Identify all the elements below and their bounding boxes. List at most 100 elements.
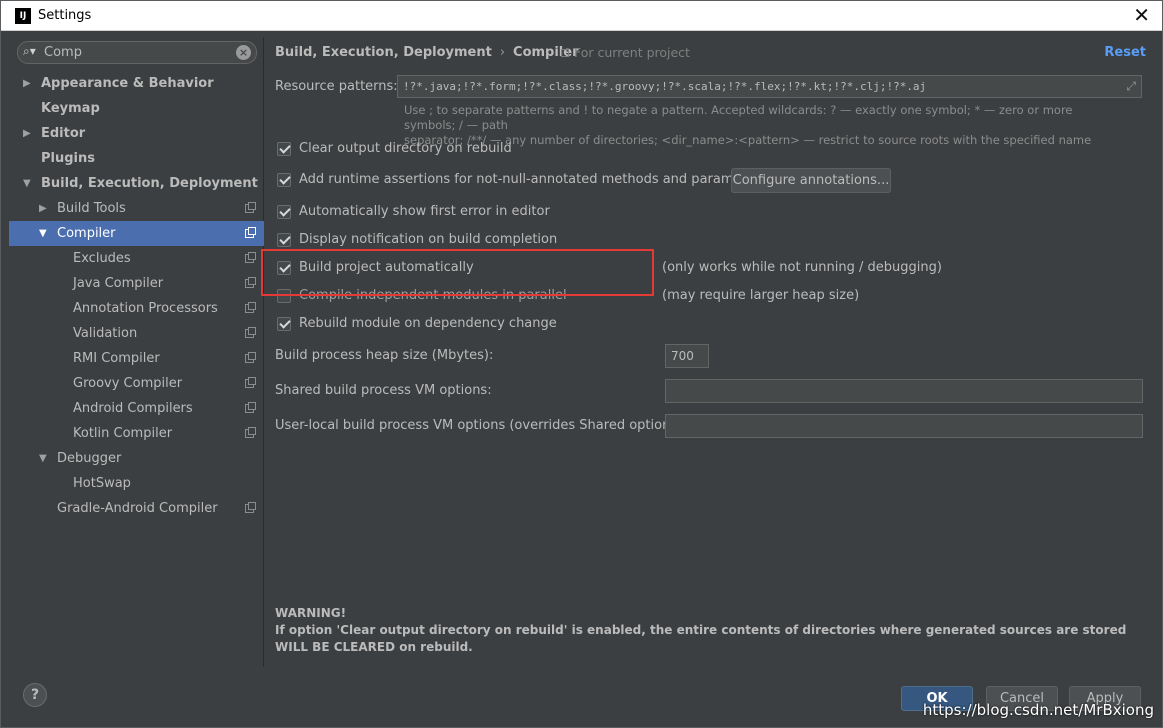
dialog-footer: ? OK Cancel Apply https://blog.csdn.net/…	[1, 671, 1162, 728]
checkbox-box[interactable]	[277, 204, 291, 219]
checkbox-box[interactable]	[277, 141, 291, 156]
project-scope-icon	[245, 252, 256, 263]
tree-item-label: Kotlin Compiler	[73, 426, 173, 441]
project-scope-icon	[245, 227, 256, 238]
tree-item-label: Annotation Processors	[73, 301, 218, 316]
window-title: Settings	[38, 8, 92, 23]
tree-item-label: Java Compiler	[73, 276, 164, 291]
checkbox-label: Build project automatically	[299, 260, 474, 275]
tree-item-label: Validation	[73, 326, 138, 341]
project-scope-icon	[245, 352, 256, 363]
project-scope-icon	[245, 502, 256, 513]
runtime-assertions-checkbox[interactable]: Add runtime assertions for not-null-anno…	[277, 172, 767, 187]
checkbox-label: Add runtime assertions for not-null-anno…	[299, 172, 767, 187]
search-input[interactable]	[44, 44, 224, 61]
checkbox-box[interactable]	[277, 260, 291, 275]
tree-item-label: Gradle-Android Compiler	[57, 501, 218, 516]
tree-item[interactable]: Excludes	[9, 246, 264, 271]
shared-vm-input[interactable]	[666, 380, 1142, 402]
project-scope-icon	[245, 402, 256, 413]
tree-item[interactable]: Java Compiler	[9, 271, 264, 296]
configure-annotations-button[interactable]: Configure annotations...	[731, 168, 891, 193]
help-icon[interactable]: ?	[23, 683, 47, 707]
tree-item-label: Excludes	[73, 251, 131, 266]
clear-search-icon[interactable]: ×	[236, 45, 251, 60]
tree-item[interactable]: ▶ Editor	[9, 121, 264, 146]
warning-text: If option 'Clear output directory on reb…	[275, 623, 1127, 654]
shared-vm-label: Shared build process VM options:	[275, 383, 492, 398]
settings-tree: ▶ Appearance & Behavior Keymap ▶ Editor Plugi…	[9, 71, 264, 521]
tree-item-label: Editor	[41, 126, 86, 141]
project-scope-icon	[245, 427, 256, 438]
close-icon[interactable]: ✕	[1133, 4, 1150, 26]
checkbox-label: Automatically show first error in editor	[299, 204, 550, 219]
tree-item[interactable]: Kotlin Compiler	[9, 421, 264, 446]
build-automatically-checkbox[interactable]: Build project automatically	[277, 260, 474, 275]
expanded-arrow-icon[interactable]: ▼	[23, 171, 31, 196]
tree-item-label: RMI Compiler	[73, 351, 160, 366]
display-notification-checkbox[interactable]: Display notification on build completion	[277, 232, 557, 247]
search-box[interactable]: ⌕▾ ×	[17, 41, 257, 64]
reset-link[interactable]: Reset	[1104, 45, 1146, 60]
collapsed-arrow-icon[interactable]: ▶	[23, 121, 31, 146]
resource-patterns-hint: Use ; to separate patterns and ! to nega…	[404, 103, 1124, 148]
heap-size-field[interactable]	[665, 344, 709, 368]
expanded-arrow-icon[interactable]: ▼	[39, 446, 47, 471]
rebuild-module-checkbox[interactable]: Rebuild module on dependency change	[277, 316, 557, 331]
watermark: https://blog.csdn.net/MrBxiong	[922, 701, 1154, 719]
expanded-arrow-icon[interactable]: ▼	[39, 221, 47, 246]
tree-item[interactable]: ▼ Build, Execution, Deployment	[9, 171, 264, 196]
show-first-error-checkbox[interactable]: Automatically show first error in editor	[277, 204, 550, 219]
build-automatically-note: (only works while not running / debuggin…	[662, 260, 942, 275]
checkbox-box[interactable]	[277, 232, 291, 247]
project-scope-icon	[245, 277, 256, 288]
tree-item[interactable]: Annotation Processors	[9, 296, 264, 321]
tree-item-label: Debugger	[57, 451, 122, 466]
project-scope-icon	[245, 327, 256, 338]
user-vm-input[interactable]	[666, 415, 1142, 437]
search-icon[interactable]: ⌕▾	[23, 44, 36, 59]
checkbox-box[interactable]	[277, 316, 291, 331]
resource-patterns-input[interactable]	[398, 76, 1141, 97]
tree-item-label: Keymap	[41, 101, 100, 116]
tree-item[interactable]: Android Compilers	[9, 396, 264, 421]
tree-item-label: Build Tools	[57, 201, 126, 216]
checkbox-box[interactable]	[277, 288, 291, 303]
clear-output-checkbox[interactable]: Clear output directory on rebuild	[277, 141, 512, 156]
tree-item[interactable]: Gradle-Android Compiler	[9, 496, 264, 521]
scope-indicator: For current project	[561, 45, 690, 60]
tree-item[interactable]: ▼ Compiler	[9, 221, 264, 246]
user-vm-field[interactable]	[665, 414, 1143, 438]
checkbox-label: Clear output directory on rebuild	[299, 141, 512, 156]
shared-vm-field[interactable]	[665, 379, 1143, 403]
project-scope-icon	[561, 49, 569, 57]
checkbox-box[interactable]	[277, 172, 291, 187]
expand-icon[interactable]: ⤢	[1126, 79, 1136, 94]
breadcrumb-separator: ›	[499, 45, 506, 60]
tree-item[interactable]: Groovy Compiler	[9, 371, 264, 396]
warning-title: WARNING!	[275, 606, 347, 620]
collapsed-arrow-icon[interactable]: ▶	[39, 196, 47, 221]
tree-item-label: Android Compilers	[73, 401, 193, 416]
tree-item[interactable]: ▼ Debugger	[9, 446, 264, 471]
checkbox-label: Compile independent modules in parallel	[299, 288, 567, 303]
collapsed-arrow-icon[interactable]: ▶	[23, 71, 31, 96]
warning-message: WARNING! If option 'Clear output directo…	[275, 605, 1145, 656]
tree-item[interactable]: Keymap	[9, 96, 264, 121]
project-scope-icon	[245, 377, 256, 388]
breadcrumb-parent: Build, Execution, Deployment	[275, 45, 492, 60]
tree-item[interactable]: Validation	[9, 321, 264, 346]
checkbox-label: Rebuild module on dependency change	[299, 316, 557, 331]
scope-label: For current project	[574, 45, 690, 60]
compile-parallel-checkbox[interactable]: Compile independent modules in parallel	[277, 288, 567, 303]
tree-item[interactable]: ▶ Build Tools	[9, 196, 264, 221]
heap-size-input[interactable]	[666, 345, 708, 367]
tree-item[interactable]: RMI Compiler	[9, 346, 264, 371]
resource-patterns-field[interactable]: ⤢	[397, 75, 1142, 98]
heap-size-label: Build process heap size (Mbytes):	[275, 348, 494, 363]
tree-item-label: Compiler	[57, 226, 116, 241]
tree-item[interactable]: HotSwap	[9, 471, 264, 496]
tree-item-label: Build, Execution, Deployment	[41, 176, 258, 191]
tree-item[interactable]: ▶ Appearance & Behavior	[9, 71, 264, 96]
tree-item[interactable]: Plugins	[9, 146, 264, 171]
